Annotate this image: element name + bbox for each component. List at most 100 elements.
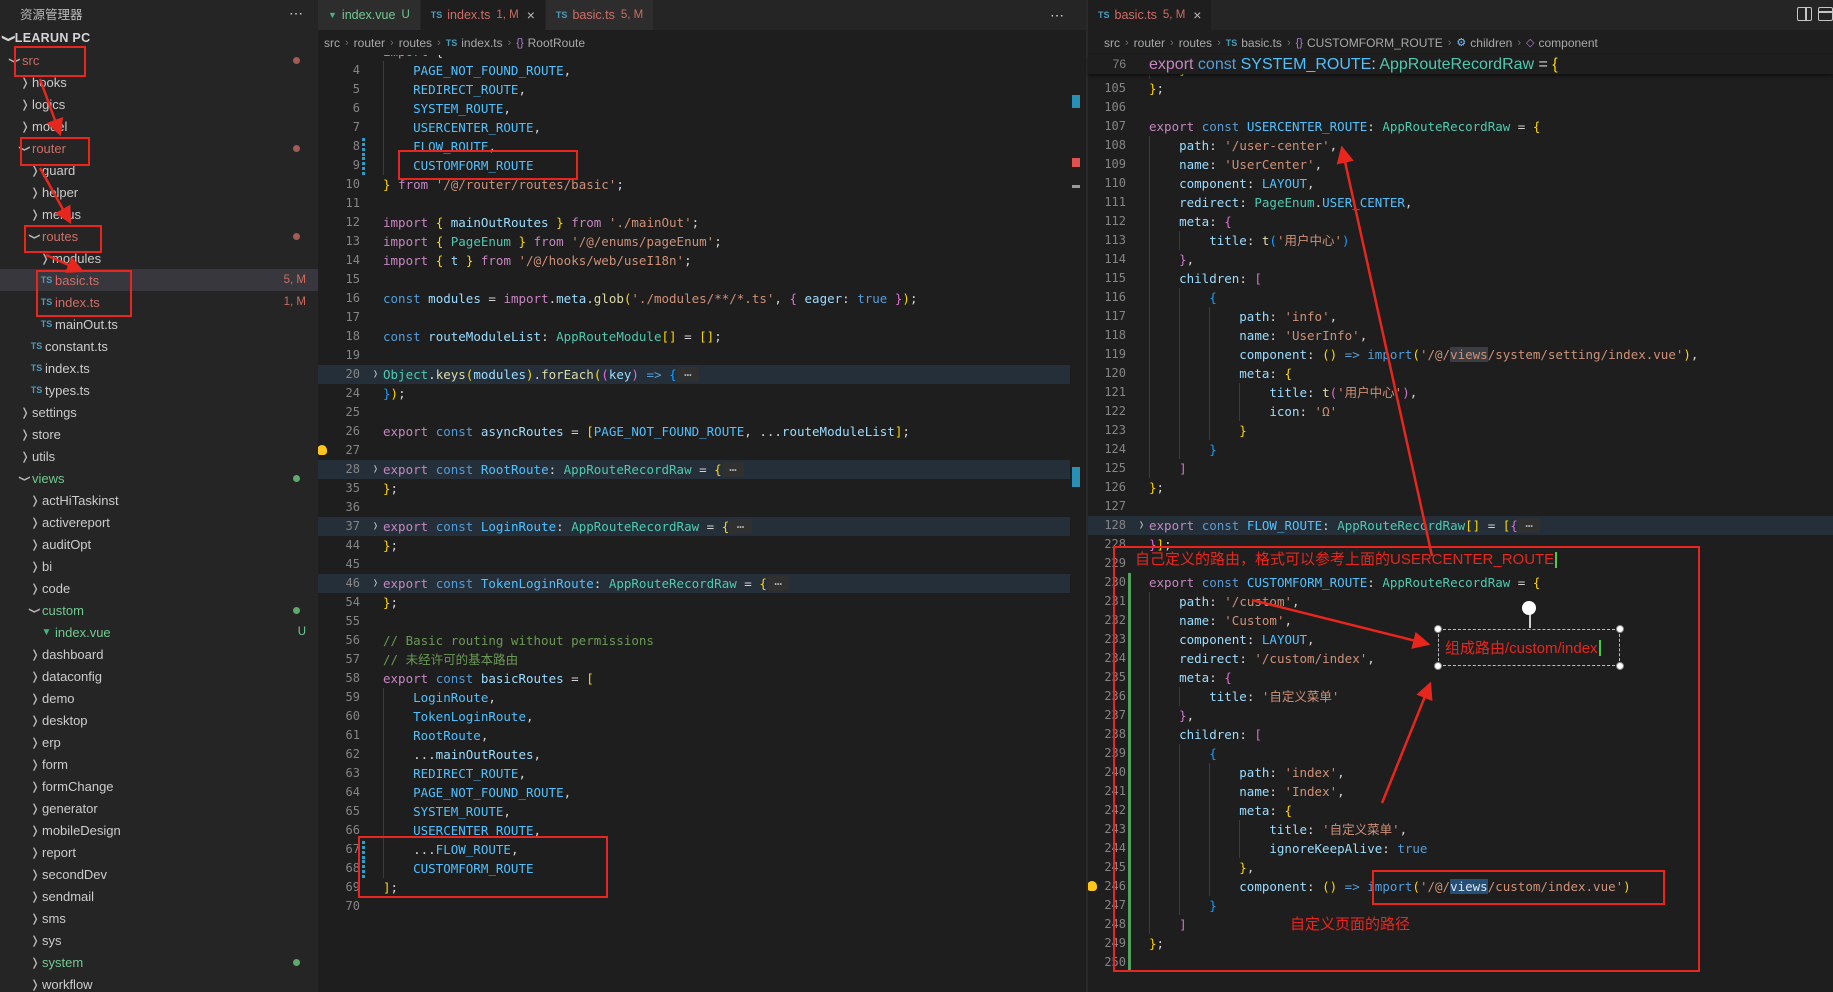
tree-item-bi[interactable]: ❭bi bbox=[0, 555, 318, 577]
code-line-116[interactable]: 116 { bbox=[1088, 288, 1833, 307]
tree-item-report[interactable]: ❭report bbox=[0, 841, 318, 863]
explorer-more-actions-icon[interactable]: ⋯ bbox=[289, 5, 304, 22]
tree-item-demo[interactable]: ❭demo bbox=[0, 687, 318, 709]
code-line-19[interactable]: 19 bbox=[318, 346, 1070, 365]
tree-item-secondDev[interactable]: ❭secondDev bbox=[0, 863, 318, 885]
lightbulb-icon[interactable] bbox=[1088, 881, 1097, 891]
fold-chevron-icon[interactable]: ❭ bbox=[368, 365, 383, 384]
code-line-240[interactable]: 240 path: 'index', bbox=[1088, 763, 1833, 782]
tree-item-mainOut-ts[interactable]: TSmainOut.ts bbox=[0, 313, 318, 335]
code-line-76[interactable]: 76export const SYSTEM_ROUTE: AppRouteRec… bbox=[1088, 55, 1833, 74]
code-line-107[interactable]: 107export const USERCENTER_ROUTE: AppRou… bbox=[1088, 117, 1833, 136]
code-line-237[interactable]: 237 }, bbox=[1088, 706, 1833, 725]
code-line-120[interactable]: 120 meta: { bbox=[1088, 364, 1833, 383]
code-line-119[interactable]: 119 component: () => import('/@/views/sy… bbox=[1088, 345, 1833, 364]
code-line-118[interactable]: 118 name: 'UserInfo', bbox=[1088, 326, 1833, 345]
code-line-66[interactable]: 66 USERCENTER_ROUTE, bbox=[318, 821, 1070, 840]
tree-item-index-ts[interactable]: TSindex.ts1, M bbox=[0, 291, 318, 313]
code-line-235[interactable]: 235 meta: { bbox=[1088, 668, 1833, 687]
tree-item-custom[interactable]: ❭custom bbox=[0, 599, 318, 621]
code-line-105[interactable]: 105}; bbox=[1088, 79, 1833, 98]
annotation-textbox[interactable]: 组成路由/custom/index bbox=[1438, 629, 1620, 666]
code-line-67[interactable]: 67 ...FLOW_ROUTE, bbox=[318, 840, 1070, 859]
code-line-17[interactable]: 17 bbox=[318, 308, 1070, 327]
code-line-110[interactable]: 110 component: LAYOUT, bbox=[1088, 174, 1833, 193]
tree-item-router[interactable]: ❭router bbox=[0, 137, 318, 159]
resize-handle[interactable] bbox=[1616, 662, 1624, 670]
editor-actions-icon[interactable]: ⋯ bbox=[1050, 7, 1064, 24]
code-line-24[interactable]: 24}); bbox=[318, 384, 1070, 403]
code-line-114[interactable]: 114 }, bbox=[1088, 250, 1833, 269]
layout-icon[interactable] bbox=[1818, 7, 1833, 21]
code-line-35[interactable]: 35}; bbox=[318, 479, 1070, 498]
breadcrumb-item-routes[interactable]: routes bbox=[1179, 36, 1212, 50]
code-line-7[interactable]: 7 USERCENTER_ROUTE, bbox=[318, 118, 1070, 137]
tree-item-sys[interactable]: ❭sys bbox=[0, 929, 318, 951]
tree-item-workflow[interactable]: ❭workflow bbox=[0, 973, 318, 992]
code-line-13[interactable]: 13import { PageEnum } from '/@/enums/pag… bbox=[318, 232, 1070, 251]
tree-item-routes[interactable]: ❭routes bbox=[0, 225, 318, 247]
code-line-28[interactable]: 28❭export const RootRoute: AppRouteRecor… bbox=[318, 460, 1070, 479]
workspace-root[interactable]: ❭ LEARUN PC bbox=[0, 27, 318, 49]
code-line-25[interactable]: 25 bbox=[318, 403, 1070, 422]
code-line-232[interactable]: 232 name: 'Custom', bbox=[1088, 611, 1833, 630]
close-icon[interactable]: × bbox=[1193, 8, 1201, 22]
code-line-10[interactable]: 10} from '/@/router/routes/basic'; bbox=[318, 175, 1070, 194]
code-line-69[interactable]: 69]; bbox=[318, 878, 1070, 897]
code-line-122[interactable]: 122 icon: 'Ω' bbox=[1088, 402, 1833, 421]
tree-item-mobileDesign[interactable]: ❭mobileDesign bbox=[0, 819, 318, 841]
code-line-45[interactable]: 45 bbox=[318, 555, 1070, 574]
tree-item-model[interactable]: ❭model bbox=[0, 115, 318, 137]
tree-item-utils[interactable]: ❭utils bbox=[0, 445, 318, 467]
code-line-65[interactable]: 65 SYSTEM_ROUTE, bbox=[318, 802, 1070, 821]
code-line-109[interactable]: 109 name: 'UserCenter', bbox=[1088, 155, 1833, 174]
code-line-123[interactable]: 123 } bbox=[1088, 421, 1833, 440]
tree-item-sendmail[interactable]: ❭sendmail bbox=[0, 885, 318, 907]
tree-item-actHiTaskinst[interactable]: ❭actHiTaskinst bbox=[0, 489, 318, 511]
code-line-27[interactable]: 27 bbox=[318, 441, 1070, 460]
tree-item-modules[interactable]: ❭modules bbox=[0, 247, 318, 269]
code-line-36[interactable]: 36 bbox=[318, 498, 1070, 517]
code-line-11[interactable]: 11 bbox=[318, 194, 1070, 213]
tree-item-menus[interactable]: ❭menus bbox=[0, 203, 318, 225]
resize-handle[interactable] bbox=[1434, 625, 1442, 633]
code-line-56[interactable]: 56// Basic routing without permissions bbox=[318, 631, 1070, 650]
code-line-6[interactable]: 6 SYSTEM_ROUTE, bbox=[318, 99, 1070, 118]
tree-item-generator[interactable]: ❭generator bbox=[0, 797, 318, 819]
code-line-54[interactable]: 54}; bbox=[318, 593, 1070, 612]
code-line-113[interactable]: 113 title: t('用户中心') bbox=[1088, 231, 1833, 250]
resize-handle[interactable] bbox=[1434, 662, 1442, 670]
breadcrumb-item-src[interactable]: src bbox=[1104, 36, 1120, 50]
code-line-12[interactable]: 12import { mainOutRoutes } from './mainO… bbox=[318, 213, 1070, 232]
tree-item-helper[interactable]: ❭helper bbox=[0, 181, 318, 203]
breadcrumb-item-component[interactable]: ◇component bbox=[1526, 36, 1598, 50]
code-line-26[interactable]: 26export const asyncRoutes = [PAGE_NOT_F… bbox=[318, 422, 1070, 441]
code-line-247[interactable]: 247 } bbox=[1088, 896, 1833, 915]
fold-chevron-icon[interactable]: ❭ bbox=[368, 460, 383, 479]
code-line-238[interactable]: 238 children: [ bbox=[1088, 725, 1833, 744]
breadcrumb-item-router[interactable]: router bbox=[1134, 36, 1165, 50]
code-line-55[interactable]: 55 bbox=[318, 612, 1070, 631]
breadcrumb-item-RootRoute[interactable]: {}RootRoute bbox=[516, 36, 585, 50]
breadcrumb-item-basic.ts[interactable]: TSbasic.ts bbox=[1226, 36, 1282, 50]
code-line-57[interactable]: 57// 未经许可的基本路由 bbox=[318, 650, 1070, 669]
tab-index.ts[interactable]: TSindex.ts1, M× bbox=[421, 0, 545, 30]
code-line-127[interactable]: 127 bbox=[1088, 497, 1833, 516]
breadcrumb-item-CUSTOMFORM_ROUTE[interactable]: {}CUSTOMFORM_ROUTE bbox=[1296, 36, 1443, 50]
code-line-125[interactable]: 125 ] bbox=[1088, 459, 1833, 478]
breadcrumb-item-src[interactable]: src bbox=[324, 36, 340, 50]
tree-item-system[interactable]: ❭system bbox=[0, 951, 318, 973]
tree-item-code[interactable]: ❭code bbox=[0, 577, 318, 599]
code-line-44[interactable]: 44}; bbox=[318, 536, 1070, 555]
code-line-63[interactable]: 63 REDIRECT_ROUTE, bbox=[318, 764, 1070, 783]
code-line-37[interactable]: 37❭export const LoginRoute: AppRouteReco… bbox=[318, 517, 1070, 536]
code-line-4[interactable]: 4 PAGE_NOT_FOUND_ROUTE, bbox=[318, 61, 1070, 80]
editor-right[interactable]: 104 }105};106107export const USERCENTER_… bbox=[1088, 55, 1833, 992]
breadcrumb-item-router[interactable]: router bbox=[354, 36, 385, 50]
code-line-64[interactable]: 64 PAGE_NOT_FOUND_ROUTE, bbox=[318, 783, 1070, 802]
tree-item-views[interactable]: ❭views bbox=[0, 467, 318, 489]
code-line-112[interactable]: 112 meta: { bbox=[1088, 212, 1833, 231]
lightbulb-icon[interactable] bbox=[318, 445, 327, 455]
tree-item-sms[interactable]: ❭sms bbox=[0, 907, 318, 929]
sticky-scroll-line[interactable]: 76export const SYSTEM_ROUTE: AppRouteRec… bbox=[1088, 55, 1833, 74]
